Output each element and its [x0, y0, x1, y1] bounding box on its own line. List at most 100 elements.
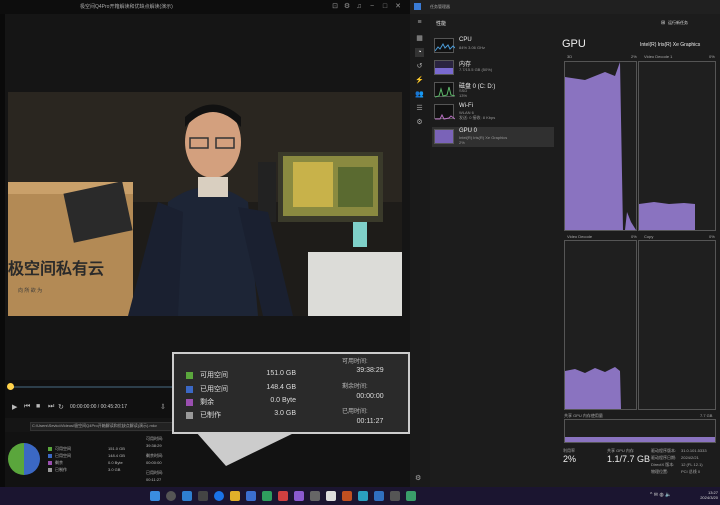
- engine-vd1-graph[interactable]: [638, 61, 716, 231]
- chrome-icon[interactable]: [214, 491, 224, 501]
- engine-3d-chart: [565, 62, 636, 230]
- app-icon-8[interactable]: [342, 491, 352, 501]
- video-scene: [8, 92, 402, 316]
- maximize-icon[interactable]: □: [381, 3, 389, 11]
- settings-gear-icon[interactable]: ⚙: [415, 474, 421, 482]
- stop-icon[interactable]: ■: [36, 403, 40, 410]
- date-value: 2024/2/21: [681, 455, 699, 460]
- minimize-icon[interactable]: −: [368, 3, 376, 11]
- gpu-thumbnail: [434, 129, 454, 144]
- pin-icon[interactable]: ⊡: [331, 3, 339, 11]
- video-frame[interactable]: [8, 92, 402, 316]
- mini-legend: 可用空间 151.0 GB 已用空间 148.4 GB 剩余 0.0 Byte …: [48, 446, 138, 474]
- resource-cpu[interactable]: CPU 84% 3.06 GHz: [432, 36, 554, 56]
- storage-label: 已制作: [200, 412, 221, 419]
- app-icon-5[interactable]: [294, 491, 304, 501]
- resource-gpu[interactable]: GPU 0 Intel(R) Iris(R) Xe Graphics 2%: [432, 127, 554, 147]
- app-icon-10[interactable]: [374, 491, 384, 501]
- services-icon[interactable]: ⚙: [415, 118, 424, 127]
- storage-value: 3.0 GB: [274, 410, 296, 417]
- engine-vd-graph[interactable]: [564, 240, 637, 410]
- history-icon[interactable]: ↺: [415, 62, 424, 71]
- search-icon[interactable]: [166, 491, 176, 501]
- engine-vd1-label: Video Decode 1: [644, 54, 673, 59]
- engine-copy-graph[interactable]: [638, 240, 716, 410]
- clock-date: 2024/3/20: [700, 495, 718, 500]
- wifi-thumbnail: [434, 104, 456, 120]
- shared-mem-max: 7.7 GB: [700, 413, 713, 418]
- resource-memory[interactable]: 内存 7.7/15.5 GB (50%): [432, 58, 554, 78]
- loop-icon[interactable]: ↻: [58, 403, 64, 411]
- engine-3d-label: 3D: [567, 54, 573, 59]
- gpu-title: GPU: [562, 38, 586, 50]
- mini-label: 已制作: [55, 467, 67, 472]
- mini-t3: 00:11:27: [146, 477, 162, 482]
- mini-row: 已制作 3.0 GB: [48, 467, 138, 474]
- clock[interactable]: 13:27 2024/3/20: [690, 490, 718, 500]
- engine-3d-graph[interactable]: [564, 61, 637, 231]
- resource-sub: 84% 3.06 GHz: [459, 45, 486, 50]
- resource-disk[interactable]: 磁盘 0 (C: D:) SSD 13%: [432, 80, 554, 100]
- box-sub-text: 向 所 欲 为: [18, 288, 43, 294]
- mini-row: 已用空间 148.4 GB: [48, 453, 138, 460]
- shared-value: 1.1/7.7 GB: [607, 454, 651, 464]
- run-new-task-button[interactable]: 运行新任务: [668, 20, 688, 26]
- mini-swatch: [48, 447, 52, 451]
- file-path-text: C:\Users\Sevko\Videos\极空间Q4Pro开箱解读和优缺点解读…: [32, 423, 157, 428]
- app-icon-12[interactable]: [406, 491, 416, 501]
- bell-icon[interactable]: ♫: [355, 3, 363, 11]
- mini-value: 0.0 Byte: [108, 460, 123, 465]
- next-frame-icon[interactable]: ⏭: [48, 403, 54, 411]
- app-icon-6[interactable]: [310, 491, 320, 501]
- engine-vd-pct: 0%: [631, 234, 637, 239]
- callout-pointer: [196, 432, 296, 466]
- run-task-icon[interactable]: ⊞: [661, 20, 665, 26]
- resource-sub2: 2%: [459, 140, 465, 145]
- mini-t1: 39:38:29: [146, 443, 162, 448]
- avail-time-label: 可用时间:: [342, 359, 368, 365]
- engine-copy-pct: 0%: [709, 234, 715, 239]
- resource-wifi[interactable]: Wi-Fi WLAN 6 发送: 0 接收: 8 Kbps: [432, 102, 554, 122]
- storage-swatch: [186, 386, 193, 393]
- storage-callout: 可用空间 151.0 GB 已用空间 148.4 GB 剩余 0.0 Byte …: [172, 352, 410, 434]
- mini-value: 3.0 GB: [108, 467, 121, 472]
- mini-t2: 00:00:00: [146, 460, 162, 465]
- memory-thumbnail: [434, 60, 454, 75]
- remain-time: 00:00:00: [356, 393, 384, 400]
- shared-mem-graph[interactable]: [564, 419, 716, 443]
- processes-icon[interactable]: ▦: [415, 34, 424, 43]
- driver-value: 31.0.101.5333: [681, 448, 707, 453]
- start-icon[interactable]: [150, 491, 160, 501]
- export-icon[interactable]: ⇩: [160, 403, 166, 411]
- settings-icon[interactable]: ⚙: [343, 3, 351, 11]
- menu-icon[interactable]: ≡: [415, 18, 424, 27]
- app-icon-7[interactable]: [326, 491, 336, 501]
- edge-icon[interactable]: [182, 491, 192, 501]
- location-label: 物理位置:: [651, 469, 669, 474]
- explorer-icon[interactable]: [230, 491, 240, 501]
- section-title: 性能: [436, 21, 447, 27]
- app-icon-9[interactable]: [358, 491, 368, 501]
- prev-frame-icon[interactable]: ⏮: [24, 403, 30, 411]
- close-icon[interactable]: ✕: [394, 3, 402, 11]
- play-icon[interactable]: ▶: [12, 403, 17, 411]
- box-logo-text: 极空间私有云: [8, 261, 105, 278]
- app-icon-4[interactable]: [278, 491, 288, 501]
- engine-3d-pct: 2%: [631, 54, 637, 59]
- app-icon-11[interactable]: [390, 491, 400, 501]
- remain-time-label: 剩余时间:: [342, 384, 368, 390]
- engine-copy-label: Copy: [644, 234, 654, 239]
- details-icon[interactable]: ☰: [415, 104, 424, 113]
- progress-handle[interactable]: [7, 383, 14, 390]
- app-icon-2[interactable]: [246, 491, 256, 501]
- storage-pie: [8, 443, 40, 475]
- storage-row: 剩余 0.0 Byte: [186, 397, 326, 409]
- system-tray[interactable]: ^ ✉ ◍ 🔈: [650, 492, 671, 498]
- storage-value: 0.0 Byte: [270, 397, 296, 404]
- app-icon-1[interactable]: [198, 491, 208, 501]
- storage-value: 151.0 GB: [266, 370, 296, 377]
- app-icon-3[interactable]: [262, 491, 272, 501]
- startup-icon[interactable]: ⚡: [415, 76, 424, 85]
- performance-icon[interactable]: ◔: [415, 48, 424, 57]
- users-icon[interactable]: 👥: [415, 90, 424, 99]
